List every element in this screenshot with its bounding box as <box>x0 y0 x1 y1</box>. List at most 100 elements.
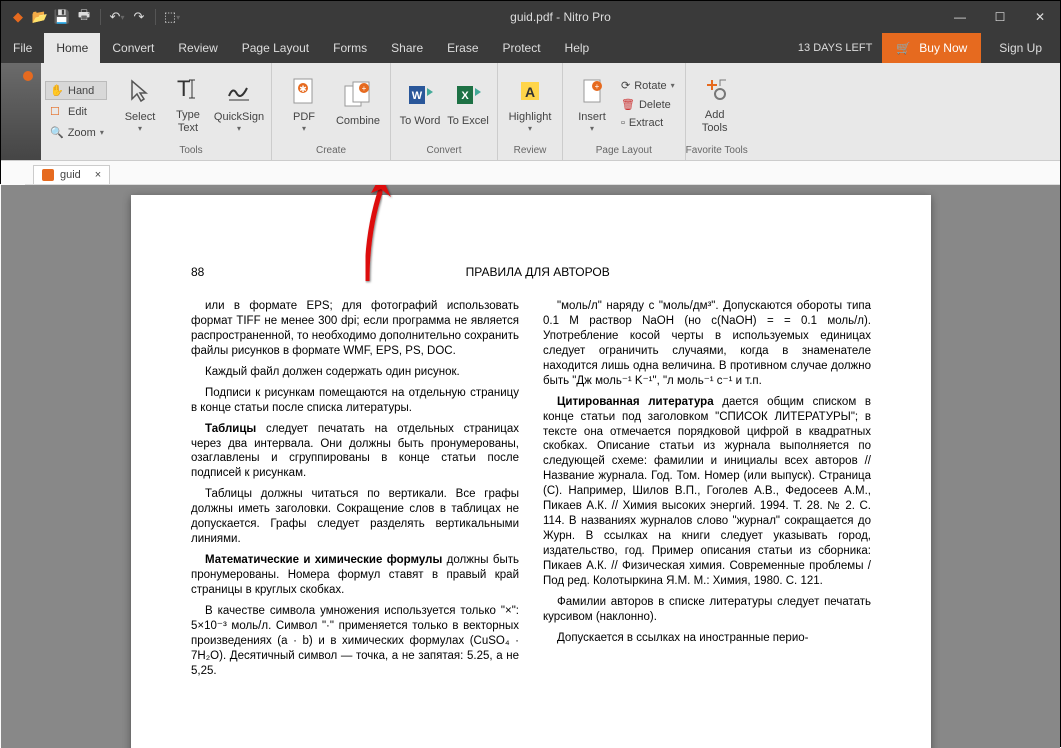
group-favorite: Add Tools Favorite Tools <box>686 63 748 160</box>
maximize-button[interactable]: ☐ <box>980 1 1020 33</box>
minimize-button[interactable]: — <box>940 1 980 33</box>
tab-close-icon[interactable]: × <box>95 169 101 181</box>
insert-icon: + <box>576 75 608 107</box>
group-tools: Select▾ T Type Text QuickSign▾ Tools <box>111 63 272 160</box>
pdf-button[interactable]: ✱PDF▾ <box>278 69 330 139</box>
svg-text:T: T <box>177 76 190 101</box>
combine-button[interactable]: + Combine <box>332 69 384 139</box>
select-button[interactable]: Select▾ <box>117 69 163 139</box>
sign-up-button[interactable]: Sign Up <box>981 33 1060 63</box>
undo-icon[interactable]: ↶▾ <box>108 8 126 26</box>
cart-icon: 🛒 <box>896 41 911 55</box>
add-tools-icon <box>699 73 731 105</box>
svg-text:+: + <box>595 82 600 91</box>
edit-label: Edit <box>68 106 87 118</box>
page-title: ПРАВИЛА ДЛЯ АВТОРОВ <box>466 265 610 279</box>
svg-text:X: X <box>461 90 469 102</box>
highlight-label: Highlight <box>509 111 552 124</box>
file-icon <box>42 169 54 181</box>
group-tools-label: Tools <box>111 145 271 160</box>
document-tab-label: guid <box>60 169 81 181</box>
open-icon[interactable]: 📂 <box>31 8 49 26</box>
titlebar: ◆ 📂 💾 🖶 ↶▾ ↷ ⬚▾ guid.pdf - Nitro Pro — ☐… <box>1 1 1060 33</box>
to-word-button[interactable]: W To Word <box>397 69 443 139</box>
hand-label: Hand <box>68 85 94 97</box>
hand-tool[interactable]: ✋ Hand <box>45 81 107 100</box>
hand-tools-panel: ✋ Hand ☐ Edit 🔍Zoom▾ <box>41 63 111 160</box>
combine-label: Combine <box>336 115 380 128</box>
buy-now-button[interactable]: 🛒 Buy Now <box>882 33 981 63</box>
promo-strip[interactable] <box>1 63 41 160</box>
tab-file[interactable]: File <box>1 33 44 63</box>
group-convert-label: Convert <box>391 145 497 160</box>
zoom-tool[interactable]: 🔍Zoom▾ <box>45 123 107 142</box>
word-icon: W <box>404 79 436 111</box>
quicksign-icon <box>223 75 255 107</box>
tab-share[interactable]: Share <box>379 33 435 63</box>
select-tool-icon[interactable]: ⬚▾ <box>163 8 181 26</box>
type-text-button[interactable]: T Type Text <box>165 69 211 139</box>
redo-icon[interactable]: ↷ <box>130 8 148 26</box>
pdf-page: 88 ПРАВИЛА ДЛЯ АВТОРОВ или в формате EPS… <box>131 195 931 748</box>
document-tab[interactable]: guid × <box>33 165 110 184</box>
highlight-icon: A <box>514 75 546 107</box>
select-label: Select <box>125 111 156 124</box>
tab-home[interactable]: Home <box>44 33 100 63</box>
to-excel-button[interactable]: X To Excel <box>445 69 491 139</box>
add-tools-label: Add Tools <box>692 109 738 135</box>
excel-icon: X <box>452 79 484 111</box>
tab-help[interactable]: Help <box>553 33 602 63</box>
svg-text:+: + <box>362 84 367 93</box>
app-icon[interactable]: ◆ <box>9 8 27 26</box>
tab-forms[interactable]: Forms <box>321 33 379 63</box>
group-page-layout: +Insert▾ ⟳Rotate▾ 🗑Delete ▫Extract Page … <box>563 63 686 160</box>
delete-button[interactable]: 🗑 Delete <box>617 96 679 113</box>
to-excel-label: To Excel <box>447 115 489 128</box>
svg-text:✱: ✱ <box>299 84 307 94</box>
delete-label: Delete <box>639 99 671 111</box>
hand-icon: ✋ <box>50 84 64 97</box>
delete-icon: 🗑 <box>621 98 635 111</box>
group-create: ✱PDF▾ +Combine Create <box>272 63 391 160</box>
extract-icon: ▫ <box>621 117 625 129</box>
svg-text:A: A <box>525 84 535 100</box>
page-content: или в формате EPS; для фотографий исполь… <box>191 299 871 679</box>
to-word-label: To Word <box>400 115 441 128</box>
buy-now-label: Buy Now <box>919 41 967 55</box>
tab-protect[interactable]: Protect <box>491 33 553 63</box>
insert-button[interactable]: +Insert▾ <box>569 69 615 139</box>
pdf-label: PDF <box>293 111 315 124</box>
rotate-icon: ⟳ <box>621 79 630 92</box>
extract-button[interactable]: ▫ Extract <box>617 115 679 131</box>
close-button[interactable]: ✕ <box>1020 1 1060 33</box>
rotate-button[interactable]: ⟳Rotate▾ <box>617 77 679 94</box>
combine-icon: + <box>342 79 374 111</box>
menubar: File Home Convert Review Page Layout For… <box>1 33 1060 63</box>
edit-tool[interactable]: ☐ Edit <box>45 102 107 121</box>
trial-status: 13 DAYS LEFT <box>788 33 882 63</box>
edit-icon: ☐ <box>50 105 64 118</box>
tab-review[interactable]: Review <box>166 33 229 63</box>
group-page-layout-label: Page Layout <box>563 145 685 160</box>
pdf-icon: ✱ <box>288 75 320 107</box>
zoom-icon: 🔍 <box>50 126 64 139</box>
print-icon[interactable]: 🖶 <box>75 8 93 26</box>
tab-page-layout[interactable]: Page Layout <box>230 33 321 63</box>
select-icon <box>124 75 156 107</box>
add-tools-button[interactable]: Add Tools <box>692 69 738 139</box>
page-number: 88 <box>191 265 204 279</box>
insert-label: Insert <box>578 111 606 124</box>
tab-erase[interactable]: Erase <box>435 33 490 63</box>
quick-access-toolbar: ◆ 📂 💾 🖶 ↶▾ ↷ ⬚▾ <box>1 8 181 26</box>
extract-label: Extract <box>629 117 663 129</box>
document-area[interactable]: 88 ПРАВИЛА ДЛЯ АВТОРОВ или в формате EPS… <box>1 185 1060 748</box>
save-icon[interactable]: 💾 <box>53 8 71 26</box>
tab-convert[interactable]: Convert <box>100 33 166 63</box>
ribbon: ✋ Hand ☐ Edit 🔍Zoom▾ Select▾ T Type Text Qu… <box>1 63 1060 161</box>
quicksign-label: QuickSign <box>214 111 264 124</box>
type-text-label: Type Text <box>165 109 211 135</box>
type-text-icon: T <box>172 73 204 105</box>
highlight-button[interactable]: AHighlight▾ <box>504 69 556 139</box>
group-review-label: Review <box>498 145 562 160</box>
quicksign-button[interactable]: QuickSign▾ <box>213 69 265 139</box>
